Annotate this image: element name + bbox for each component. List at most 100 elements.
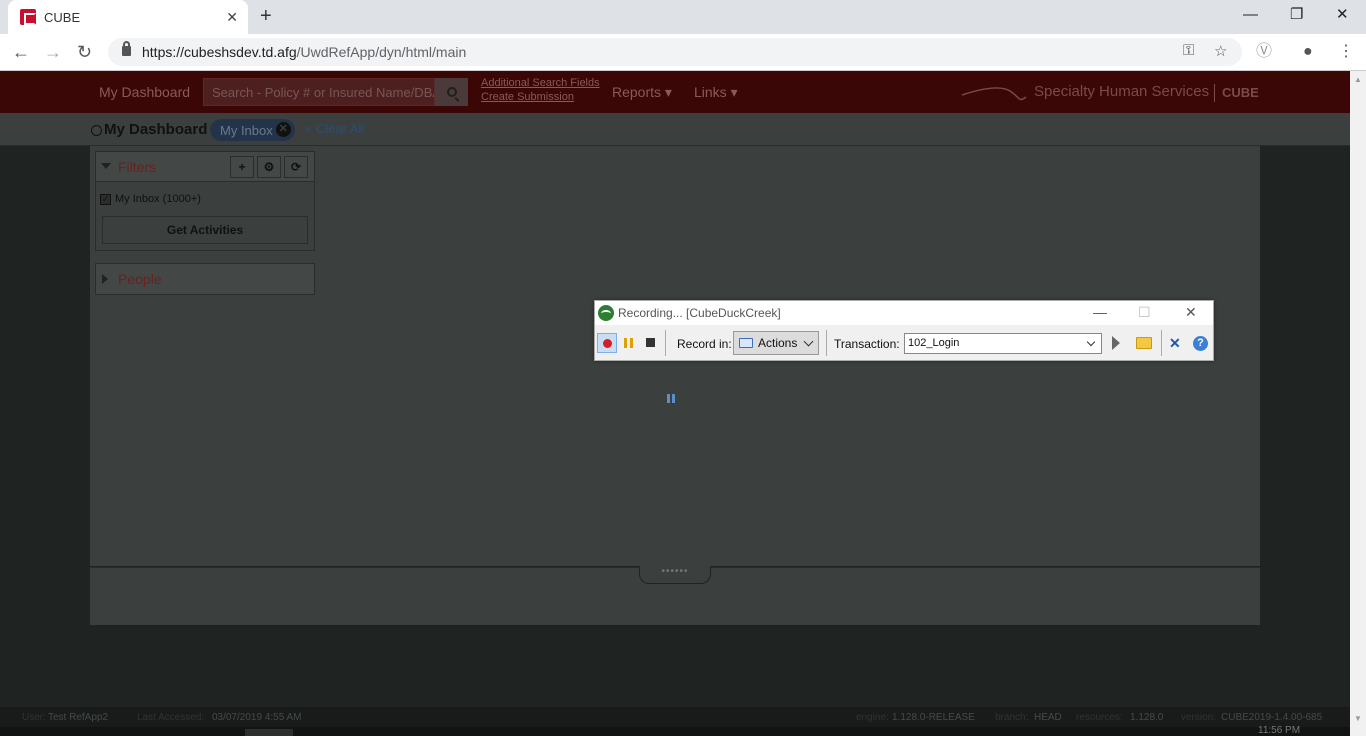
recorder-close-button[interactable]: ✕ <box>1185 304 1197 321</box>
user-label: User: <box>22 712 46 723</box>
browser-tabstrip: CUBE ✕ + — ❐ ✕ <box>0 0 1366 34</box>
recorder-maximize-button[interactable]: ☐ <box>1138 304 1151 321</box>
resources-label: resources: <box>1076 712 1123 723</box>
filters-title: Filters <box>118 159 157 175</box>
filter-settings-button[interactable]: ⚙ <box>257 156 281 178</box>
brand-divider <box>1214 84 1215 102</box>
transaction-value: 102_Login <box>908 337 960 349</box>
transaction-label: Transaction: <box>834 337 900 351</box>
recording-titlebar[interactable]: Recording... [CubeDuckCreek] — ☐ ✕ <box>595 301 1213 325</box>
pause-button[interactable] <box>619 333 639 353</box>
folder-icon <box>739 338 753 348</box>
reload-button[interactable]: ↻ <box>77 42 92 62</box>
window-restore-button[interactable]: ❐ <box>1290 6 1303 24</box>
version-value: CUBE2019-1.4.00-685 <box>1221 712 1323 723</box>
resources-value: 1.128.0 <box>1130 712 1164 723</box>
links-menu[interactable]: Links ▾ <box>694 84 738 101</box>
pill-label: My Inbox <box>220 122 273 138</box>
recorder-tools: Record in: Actions Transaction: 102_Logi… <box>595 325 1213 361</box>
engine-value: 1.128.0-RELEASE <box>892 712 975 723</box>
tab-close-icon[interactable]: ✕ <box>226 9 238 25</box>
help-icon[interactable]: ? <box>1193 336 1208 351</box>
start-transaction-icon[interactable] <box>1112 336 1120 350</box>
people-title: People <box>118 271 162 287</box>
add-filter-button[interactable]: + <box>230 156 254 178</box>
record-in-select[interactable]: Actions <box>733 331 819 355</box>
taskbar-item[interactable] <box>245 729 293 736</box>
app-root: My Dashboard Additional Search Fields Cr… <box>0 71 1350 736</box>
top-navigation: My Dashboard Additional Search Fields Cr… <box>0 71 1350 113</box>
reports-menu[interactable]: Reports ▾ <box>612 84 672 101</box>
transaction-combobox[interactable]: 102_Login <box>904 333 1102 354</box>
taskbar-clock: 11:56 PM <box>1258 725 1301 736</box>
collapse-caret-icon[interactable] <box>101 163 111 169</box>
dashboard-subnav: My Dashboard My Inbox ✕ « Clear All <box>0 113 1350 146</box>
tab-title: CUBE <box>44 9 81 25</box>
loading-spinner-icon <box>667 394 675 403</box>
bottom-panel: •••••• <box>90 566 1260 625</box>
back-button[interactable]: ← <box>12 42 30 62</box>
filters-panel: Filters + ⚙ ⟳ ✓ My Inbox (1000+) Get Act… <box>95 151 315 251</box>
scroll-down-icon[interactable]: ▼ <box>1354 714 1362 723</box>
forward-button[interactable]: → <box>44 42 62 62</box>
cube-favicon-icon <box>20 9 36 25</box>
browser-menu-icon[interactable]: ⋮ <box>1338 42 1354 62</box>
browser-toolbar: ← → ↻ https://cubeshsdev.td.afg/UwdRefAp… <box>0 34 1366 71</box>
page-title: My Dashboard <box>104 121 208 138</box>
branch-value: HEAD <box>1034 712 1062 723</box>
url-text: https://cubeshsdev.td.afg/UwdRefApp/dyn/… <box>142 44 467 60</box>
people-header[interactable]: People <box>96 264 314 294</box>
my-inbox-filter-label: My Inbox (1000+) <box>115 193 201 205</box>
people-panel: People <box>95 263 315 295</box>
recorder-minimize-button[interactable]: — <box>1093 304 1107 320</box>
filters-header[interactable]: Filters + ⚙ ⟳ <box>96 152 314 182</box>
splitter-grip-handle[interactable]: •••••• <box>639 566 711 584</box>
record-in-value: Actions <box>758 336 798 350</box>
additional-search-fields-link[interactable]: Additional Search Fields <box>481 77 600 89</box>
key-icon[interactable]: ⚿ <box>1183 42 1194 59</box>
chevron-down-icon <box>1086 337 1096 347</box>
last-accessed-label: Last Accessed: <box>137 712 205 723</box>
chevron-down-icon <box>803 336 814 347</box>
refresh-filters-button[interactable]: ⟳ <box>284 156 308 178</box>
branch-label: branch: <box>995 712 1029 723</box>
dashboard-clock-icon <box>91 125 102 136</box>
my-inbox-filter-pill[interactable]: My Inbox ✕ <box>210 119 295 141</box>
collapse-toolbar-icon[interactable]: ✕ <box>1169 335 1181 352</box>
window-close-button[interactable]: ✕ <box>1336 6 1349 24</box>
engine-label: engine: <box>856 712 889 723</box>
window-minimize-button[interactable]: — <box>1243 6 1258 24</box>
version-label: version: <box>1181 712 1217 723</box>
star-icon[interactable]: ☆ <box>1214 42 1227 60</box>
pause-icon <box>624 338 633 348</box>
recorder-logo-icon <box>598 305 614 321</box>
brand-cube-logo: CUBE <box>1222 85 1259 100</box>
search-icon <box>446 87 457 97</box>
user-value: Test RefApp2 <box>48 712 109 723</box>
browser-tab[interactable]: CUBE ✕ <box>8 0 248 34</box>
my-inbox-checkbox[interactable]: ✓ <box>100 194 111 205</box>
brand-swoosh-icon <box>961 87 1027 101</box>
clear-all-link[interactable]: « Clear All <box>305 121 364 136</box>
extension-icon[interactable]: Ⓥ <box>1256 42 1272 62</box>
scroll-up-icon[interactable]: ▲ <box>1354 75 1362 84</box>
new-tab-button[interactable]: + <box>260 6 272 26</box>
recording-toolbar-window: Recording... [CubeDuckCreek] — ☐ ✕ Recor… <box>594 300 1214 361</box>
stop-button[interactable] <box>641 333 661 353</box>
stop-icon <box>646 338 655 347</box>
open-folder-icon[interactable] <box>1136 337 1152 349</box>
account-icon[interactable]: ● <box>1303 42 1313 62</box>
my-dashboard-link[interactable]: My Dashboard <box>99 84 190 100</box>
get-activities-button[interactable]: Get Activities <box>102 216 308 244</box>
record-button[interactable] <box>597 333 617 353</box>
policy-search-input[interactable] <box>204 79 434 105</box>
create-submission-link[interactable]: Create Submission <box>481 91 574 103</box>
search-button[interactable] <box>435 78 468 106</box>
expand-caret-icon[interactable] <box>102 274 108 284</box>
record-in-label: Record in: <box>677 337 732 351</box>
status-bar: User: Test RefApp2 Last Accessed: 03/07/… <box>0 707 1350 727</box>
address-bar[interactable]: https://cubeshsdev.td.afg/UwdRefApp/dyn/… <box>108 38 1242 66</box>
record-dot-icon <box>603 339 612 348</box>
remove-pill-icon[interactable]: ✕ <box>275 122 291 137</box>
page-scrollbar[interactable]: ▲ ▼ <box>1350 71 1366 736</box>
